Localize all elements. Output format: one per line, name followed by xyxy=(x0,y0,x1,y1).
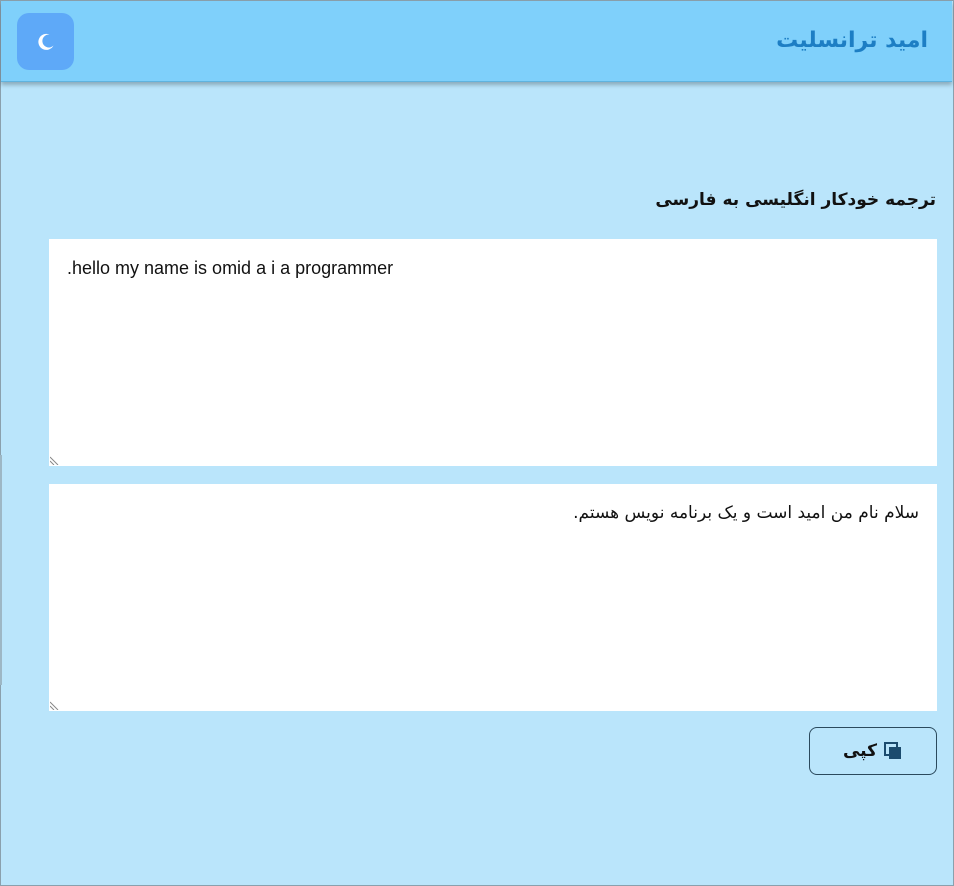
resize-handle-icon[interactable] xyxy=(50,700,60,710)
window-edge xyxy=(0,455,2,685)
source-textarea[interactable]: .hello my name is omid a i a programmer xyxy=(49,239,937,466)
copy-button[interactable]: کپی xyxy=(809,727,937,775)
resize-handle-icon[interactable] xyxy=(50,455,60,465)
translation-label: ترجمه خودکار انگلیسی به فارسی xyxy=(655,190,936,210)
target-textarea[interactable]: سلام نام من امید است و یک برنامه نویس هس… xyxy=(49,484,937,711)
app-title: امید ترانسلیت xyxy=(776,28,928,53)
copy-button-label: کپی xyxy=(842,741,878,761)
target-text: سلام نام من امید است و یک برنامه نویس هس… xyxy=(573,503,919,523)
theme-toggle-button[interactable] xyxy=(17,13,74,70)
copy-icon xyxy=(884,742,902,759)
source-text: .hello my name is omid a i a programmer xyxy=(67,258,394,278)
app-header: امید ترانسلیت xyxy=(1,1,952,82)
moon-icon xyxy=(37,33,53,50)
